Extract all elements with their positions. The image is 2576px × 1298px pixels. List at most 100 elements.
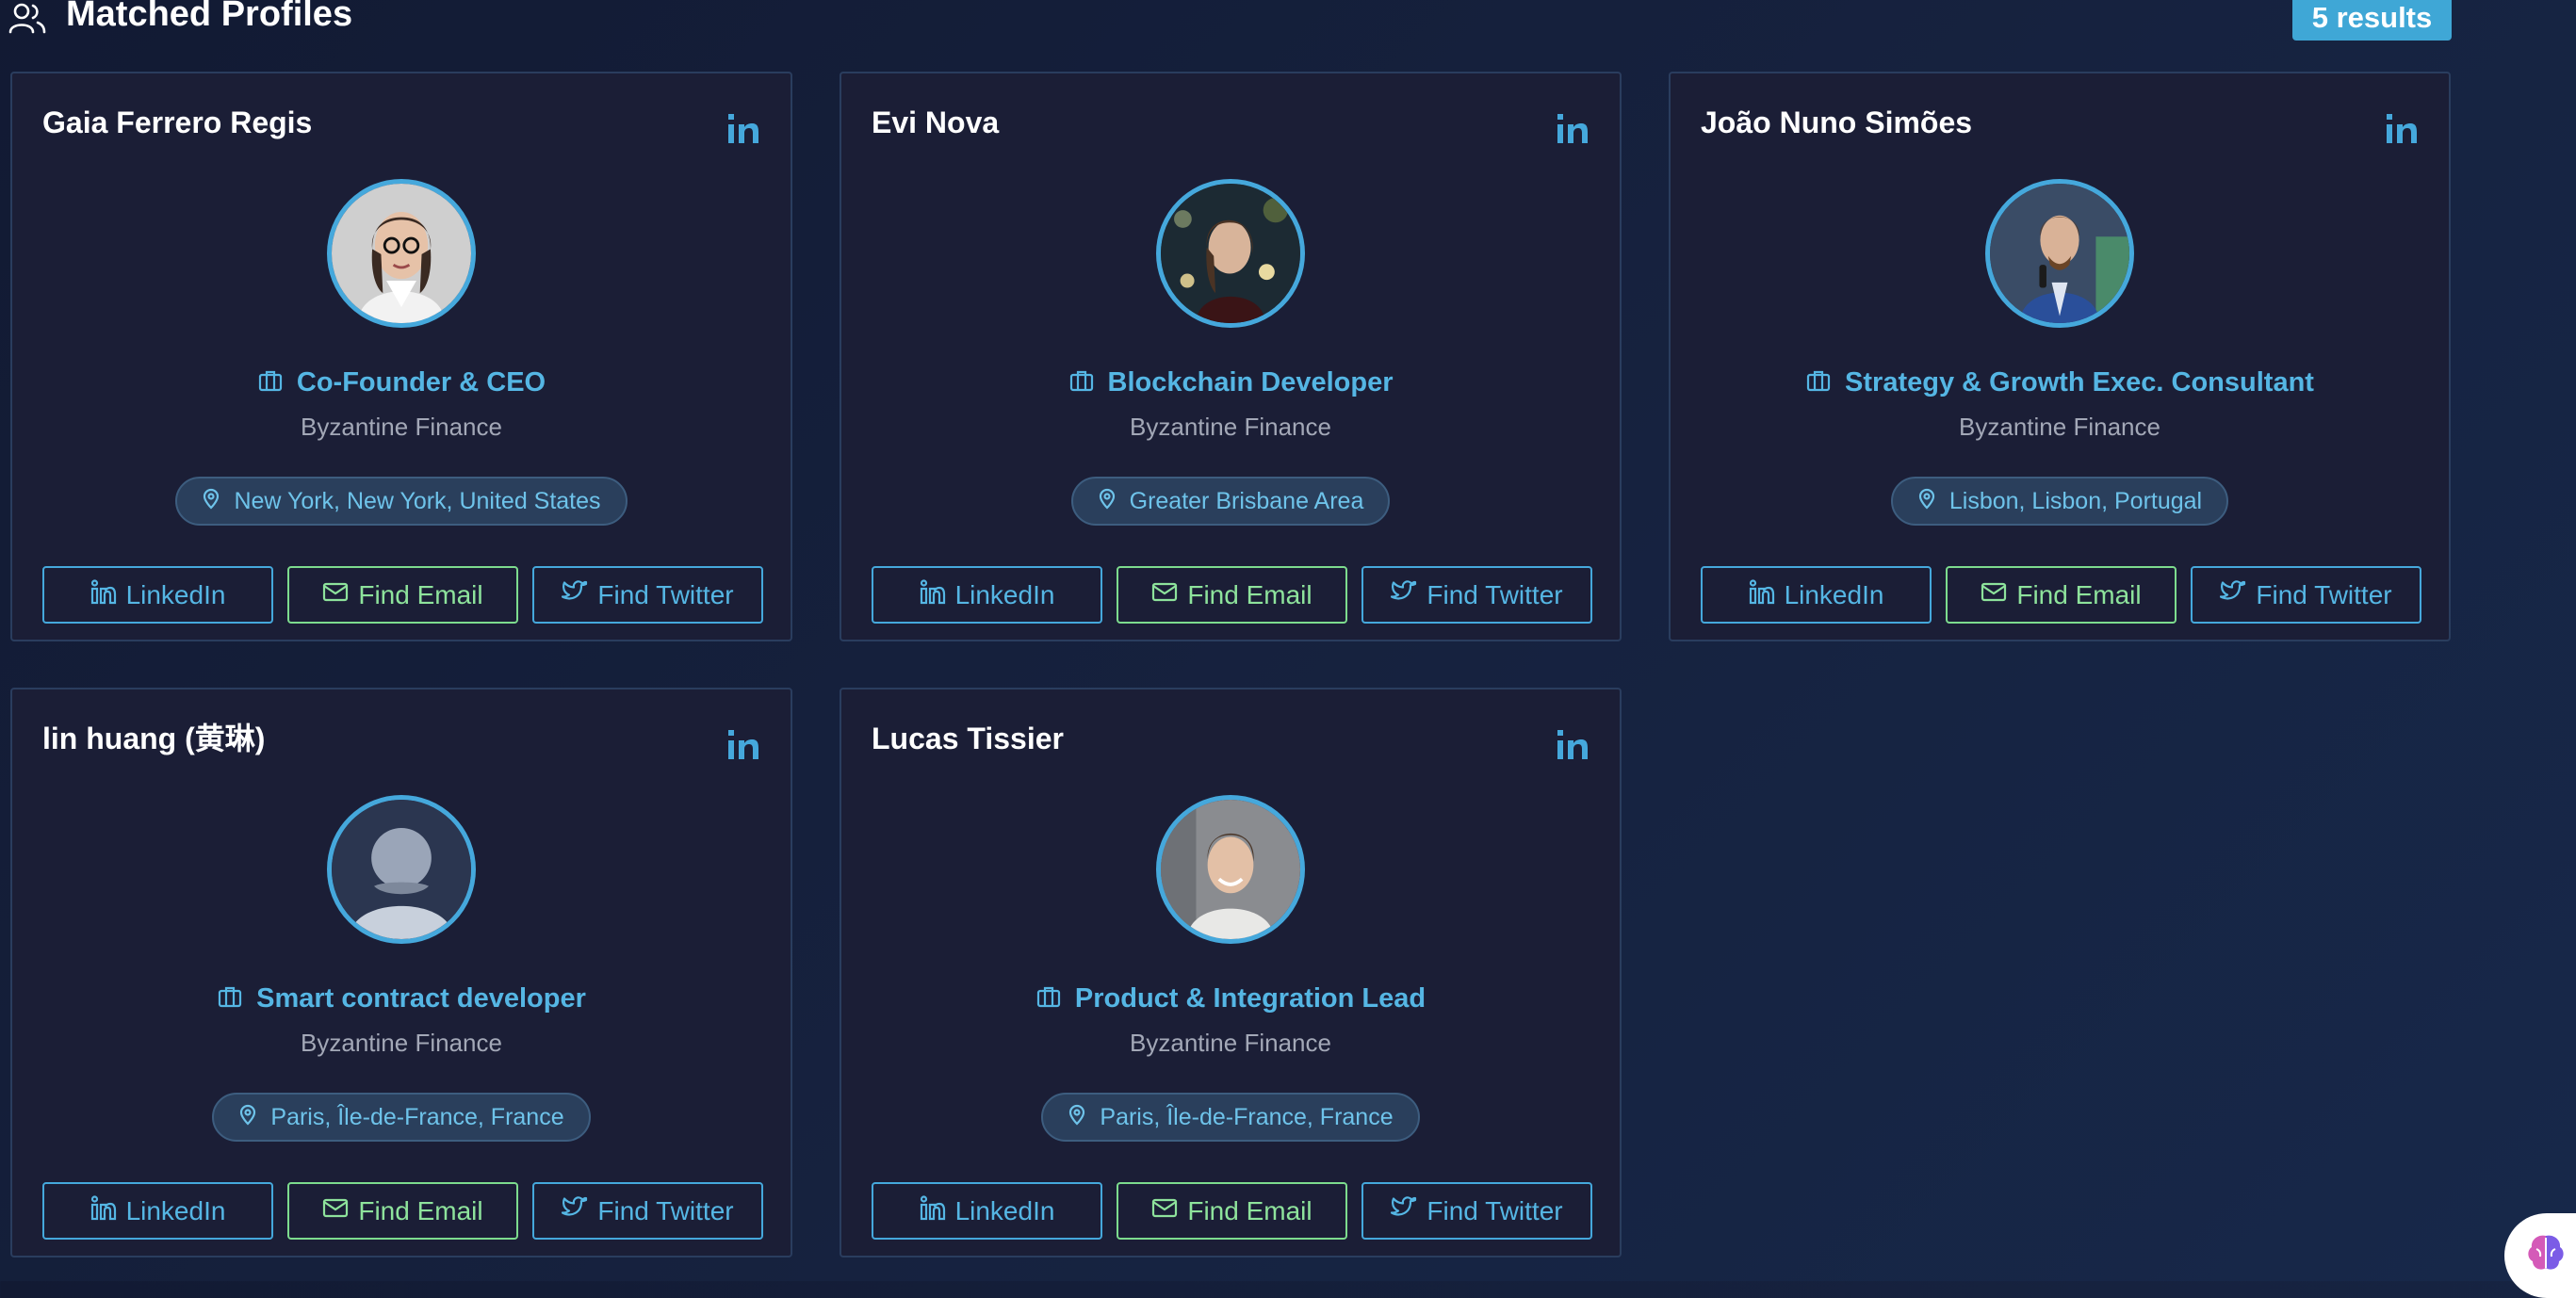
location-text: New York, New York, United States bbox=[234, 487, 601, 514]
briefcase-icon bbox=[1805, 367, 1832, 398]
company-name: Byzantine Finance bbox=[1130, 413, 1331, 441]
find-twitter-label: Find Twitter bbox=[597, 1195, 734, 1225]
linkedin-icon bbox=[90, 578, 117, 611]
profile-card: Lucas Tissier Product & Integration Lead… bbox=[840, 688, 1622, 1257]
profile-card: Evi Nova Blockchain Developer Byzantine … bbox=[840, 72, 1622, 641]
find-email-button[interactable]: Find Email bbox=[1946, 566, 2177, 624]
find-email-button[interactable]: Find Email bbox=[1117, 1182, 1347, 1240]
mail-icon bbox=[1151, 1194, 1178, 1227]
avatar-placeholder bbox=[327, 795, 476, 944]
twitter-icon bbox=[562, 1194, 588, 1227]
linkedin-icon bbox=[90, 1194, 117, 1227]
find-twitter-label: Find Twitter bbox=[1427, 1195, 1563, 1225]
profile-card: Gaia Ferrero Regis Co-Founder & CEO Byza… bbox=[10, 72, 792, 641]
linkedin-icon[interactable] bbox=[726, 727, 760, 761]
results-header: Matched Profiles 5 results bbox=[0, 0, 2452, 41]
avatar bbox=[1156, 179, 1305, 328]
map-pin-icon bbox=[1066, 1103, 1088, 1132]
find-twitter-button[interactable]: Find Twitter bbox=[532, 566, 763, 624]
job-title: Strategy & Growth Exec. Consultant bbox=[1845, 366, 2314, 398]
location-badge: New York, New York, United States bbox=[175, 477, 628, 526]
find-email-button[interactable]: Find Email bbox=[287, 566, 518, 624]
page-title: Matched Profiles bbox=[66, 0, 353, 34]
find-email-label: Find Email bbox=[358, 579, 483, 609]
linkedin-button[interactable]: LinkedIn bbox=[42, 1182, 273, 1240]
mail-icon bbox=[1151, 578, 1178, 611]
job-title: Blockchain Developer bbox=[1107, 366, 1394, 398]
profile-name: lin huang (黄琳) bbox=[42, 722, 266, 755]
linkedin-button-label: LinkedIn bbox=[1784, 579, 1884, 609]
find-twitter-button[interactable]: Find Twitter bbox=[2191, 566, 2421, 624]
map-pin-icon bbox=[1096, 487, 1118, 516]
find-email-label: Find Email bbox=[2016, 579, 2142, 609]
map-pin-icon bbox=[200, 487, 222, 516]
linkedin-button[interactable]: LinkedIn bbox=[872, 566, 1102, 624]
linkedin-icon[interactable] bbox=[2385, 111, 2419, 145]
linkedin-button-label: LinkedIn bbox=[954, 579, 1055, 609]
find-email-label: Find Email bbox=[358, 1195, 483, 1225]
job-title-row: Co-Founder & CEO bbox=[12, 364, 791, 401]
job-title: Co-Founder & CEO bbox=[296, 366, 546, 398]
find-twitter-label: Find Twitter bbox=[1427, 579, 1563, 609]
find-email-button[interactable]: Find Email bbox=[1117, 566, 1347, 624]
briefcase-icon bbox=[217, 983, 243, 1014]
location-text: Greater Brisbane Area bbox=[1129, 487, 1364, 514]
linkedin-icon bbox=[1749, 578, 1775, 611]
location-text: Lisbon, Lisbon, Portugal bbox=[1948, 487, 2203, 514]
linkedin-button-label: LinkedIn bbox=[125, 1195, 226, 1225]
twitter-icon bbox=[562, 578, 588, 611]
company-name: Byzantine Finance bbox=[301, 1029, 502, 1057]
location-text: Paris, Île-de-France, France bbox=[270, 1103, 564, 1130]
job-title-row: Strategy & Growth Exec. Consultant bbox=[1671, 364, 2449, 401]
users-icon bbox=[8, 2, 47, 36]
linkedin-button[interactable]: LinkedIn bbox=[42, 566, 273, 624]
profile-name: Evi Nova bbox=[872, 105, 1000, 139]
profile-card: João Nuno Simões Strategy & Growth Exec.… bbox=[1669, 72, 2451, 641]
mail-icon bbox=[322, 578, 349, 611]
linkedin-icon bbox=[920, 578, 946, 611]
find-twitter-button[interactable]: Find Twitter bbox=[1361, 566, 1592, 624]
briefcase-icon bbox=[1035, 983, 1062, 1014]
linkedin-button-label: LinkedIn bbox=[125, 579, 226, 609]
profile-card: lin huang (黄琳) Smart contract developer … bbox=[10, 688, 792, 1257]
profile-name: Gaia Ferrero Regis bbox=[42, 105, 313, 139]
location-badge: Paris, Île-de-France, France bbox=[1041, 1093, 1420, 1142]
find-email-label: Find Email bbox=[1187, 1195, 1312, 1225]
find-twitter-button[interactable]: Find Twitter bbox=[532, 1182, 763, 1240]
mail-icon bbox=[1981, 578, 2007, 611]
find-twitter-button[interactable]: Find Twitter bbox=[1361, 1182, 1592, 1240]
twitter-icon bbox=[2220, 578, 2246, 611]
linkedin-button[interactable]: LinkedIn bbox=[1701, 566, 1932, 624]
location-text: Paris, Île-de-France, France bbox=[1100, 1103, 1394, 1130]
mail-icon bbox=[322, 1194, 349, 1227]
linkedin-button[interactable]: LinkedIn bbox=[872, 1182, 1102, 1240]
linkedin-icon[interactable] bbox=[726, 111, 760, 145]
location-badge: Greater Brisbane Area bbox=[1070, 477, 1391, 526]
briefcase-icon bbox=[1068, 367, 1095, 398]
linkedin-icon[interactable] bbox=[1556, 727, 1590, 761]
company-name: Byzantine Finance bbox=[301, 413, 502, 441]
location-badge: Lisbon, Lisbon, Portugal bbox=[1890, 477, 2229, 526]
briefcase-icon bbox=[257, 367, 284, 398]
job-title-row: Product & Integration Lead bbox=[841, 980, 1620, 1017]
find-email-label: Find Email bbox=[1187, 579, 1312, 609]
avatar bbox=[1985, 179, 2134, 328]
find-email-button[interactable]: Find Email bbox=[287, 1182, 518, 1240]
find-twitter-label: Find Twitter bbox=[2256, 579, 2392, 609]
map-pin-icon bbox=[1916, 487, 1938, 516]
twitter-icon bbox=[1391, 578, 1417, 611]
job-title-row: Blockchain Developer bbox=[841, 364, 1620, 401]
company-name: Byzantine Finance bbox=[1130, 1029, 1331, 1057]
profile-name: João Nuno Simões bbox=[1701, 105, 1973, 139]
linkedin-icon bbox=[920, 1194, 946, 1227]
avatar bbox=[1156, 795, 1305, 944]
results-count-badge: 5 results bbox=[2292, 0, 2452, 41]
find-twitter-label: Find Twitter bbox=[597, 579, 734, 609]
assistant-launcher-button[interactable] bbox=[2504, 1213, 2576, 1298]
avatar bbox=[327, 179, 476, 328]
linkedin-icon[interactable] bbox=[1556, 111, 1590, 145]
linkedin-button-label: LinkedIn bbox=[954, 1195, 1055, 1225]
location-badge: Paris, Île-de-France, France bbox=[212, 1093, 591, 1142]
job-title: Product & Integration Lead bbox=[1074, 982, 1427, 1014]
company-name: Byzantine Finance bbox=[1959, 413, 2160, 441]
